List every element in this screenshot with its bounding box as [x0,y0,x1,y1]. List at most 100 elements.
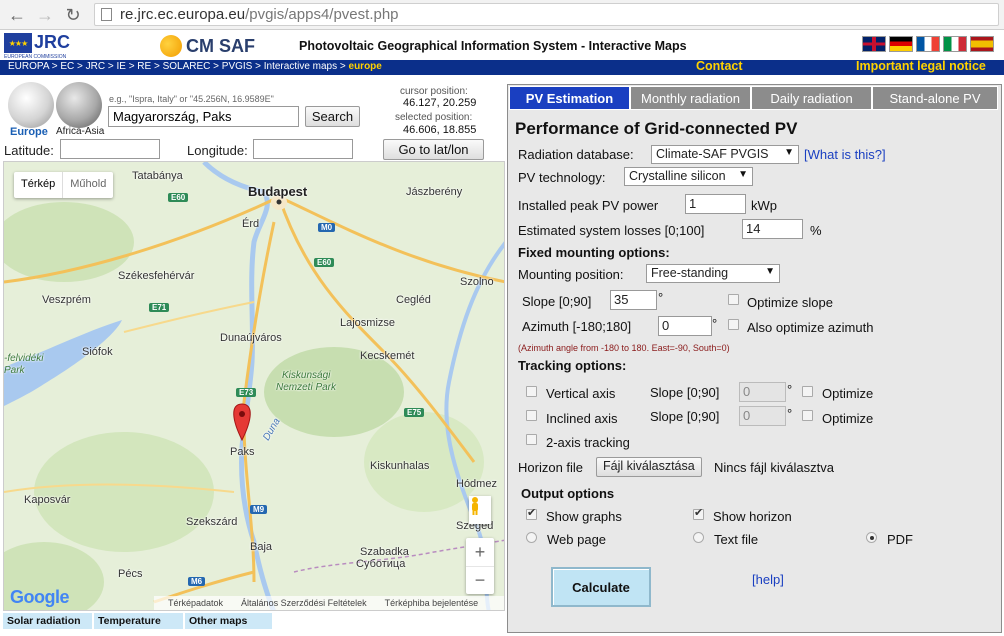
map-data-link[interactable]: Térképadatok [168,598,223,608]
reload-icon[interactable]: ↻ [62,4,84,26]
show-horizon-checkbox[interactable] [693,506,704,520]
dropdown-arrow-icon: ▼ [738,169,748,180]
panel-title: Performance of Grid-connected PV [515,119,798,138]
tab-pv-estimation[interactable]: PV Estimation [509,86,630,110]
vertical-slope-degree: ° [787,382,793,397]
forward-arrow-icon[interactable]: → [34,4,56,26]
system-losses-label: Estimated system losses [0;100] [518,223,705,238]
text-file-radio[interactable] [693,532,704,543]
pv-technology-value: Crystalline silicon [629,169,726,183]
latitude-input[interactable] [60,139,160,159]
latitude-label: Latitude: [4,143,54,158]
web-page-radio[interactable] [526,532,537,543]
map-label-kiskunsagi: Kiskunsági [282,370,331,381]
page-title: Photovoltaic Geographical Information Sy… [299,39,687,53]
pv-technology-select[interactable]: Crystalline silicon ▼ [624,167,753,186]
map-label-szolno: Szolno [460,276,494,288]
street-view-pegman-icon[interactable] [469,496,491,524]
flag-es-icon[interactable] [970,36,994,52]
inclined-optimize-checkbox[interactable] [802,410,813,421]
tracking-options-heading: Tracking options: [518,358,627,373]
vertical-optimize-checkbox[interactable] [802,386,813,397]
map-type-map-button[interactable]: Térkép [14,172,62,198]
search-button[interactable]: Search [305,106,360,127]
output-options-heading: Output options [521,486,615,501]
breadcrumb[interactable]: EUROPA > EC > JRC > IE > RE > SOLAREC > … [8,61,382,72]
mounting-position-select[interactable]: Free-standing ▼ [646,264,780,283]
tab-stand-alone-pv[interactable]: Stand-alone PV [872,86,998,110]
tab-other-maps[interactable]: Other maps [185,613,272,629]
map-label-szekszard: Szekszárd [186,516,238,528]
two-axis-tracking-checkbox[interactable] [526,434,537,445]
breadcrumb-current[interactable]: europe [349,61,382,72]
map-label-lajosmizse: Lajosmizse [340,317,396,329]
contact-link[interactable]: Contact [696,59,743,73]
inclined-slope-label: Slope [0;90] [650,409,720,424]
flag-fr-icon[interactable] [916,36,940,52]
inclined-slope-input[interactable]: 0 [739,406,786,426]
what-is-this-link[interactable]: [What is this?] [804,147,886,162]
globe-europe-label[interactable]: Europe [10,126,48,138]
choose-file-button[interactable]: Fájl kiválasztása [596,457,702,477]
show-horizon-label: Show horizon [713,509,792,524]
system-losses-input[interactable]: 14 [742,219,803,239]
azimuth-input[interactable]: 0 [658,316,712,336]
tab-monthly-radiation[interactable]: Monthly radiation [630,86,751,110]
browser-toolbar: ← → ↻ re.jrc.ec.europa.eu/pvgis/apps4/pv… [0,0,1004,30]
selected-position-label: selected position: [395,112,473,123]
fixed-mounting-heading: Fixed mounting options: [518,245,670,260]
language-flags [862,36,994,52]
go-to-latlon-button[interactable]: Go to lat/lon [383,139,484,160]
flag-de-icon[interactable] [889,36,913,52]
road-shield-m0: M0 [318,223,336,232]
radiation-db-select[interactable]: Climate-SAF PVGIS ▼ [651,145,799,164]
longitude-input[interactable] [253,139,353,159]
tab-temperature[interactable]: Temperature [94,613,183,629]
back-arrow-icon[interactable]: ← [6,4,28,26]
flag-it-icon[interactable] [943,36,967,52]
show-graphs-checkbox[interactable] [526,506,537,520]
slope-input[interactable]: 35 [610,290,657,310]
zoom-out-icon[interactable]: − [466,566,494,594]
cmsaf-logo[interactable]: CM SAF [160,34,255,58]
google-logo[interactable]: Google [10,587,70,608]
map-label-dunaujvaros: Dunaújváros [220,332,282,344]
vertical-slope-input[interactable]: 0 [739,382,786,402]
azimuth-note: (Azimuth angle from -180 to 180. East=-9… [518,343,730,353]
calculate-button[interactable]: Calculate [551,567,651,607]
pdf-radio[interactable] [866,532,877,543]
mounting-position-value: Free-standing [651,266,729,280]
breadcrumb-path[interactable]: EUROPA > EC > JRC > IE > RE > SOLAREC > … [8,61,346,72]
globe-europe-icon[interactable] [8,82,54,128]
mounting-position-label: Mounting position: [518,267,624,282]
globe-africa-asia-label[interactable]: Africa-Asia [56,126,104,137]
tab-daily-radiation[interactable]: Daily radiation [751,86,872,110]
location-search-input[interactable] [108,106,299,127]
tab-solar-radiation[interactable]: Solar radiation [3,613,92,629]
also-optimize-azimuth-checkbox[interactable] [728,319,739,330]
legal-notice-link[interactable]: Important legal notice [856,59,986,73]
flag-uk-icon[interactable] [862,36,886,52]
vertical-axis-checkbox[interactable] [526,386,537,397]
peak-power-input[interactable]: 1 [685,194,746,214]
globe-africa-asia-icon[interactable] [56,82,102,128]
optimize-slope-label: Optimize slope [747,295,833,310]
road-shield-e60: E60 [168,193,189,202]
map-label-nemzeti-park: Nemzeti Park [276,382,337,393]
inclined-axis-checkbox[interactable] [526,410,537,421]
address-bar[interactable]: re.jrc.ec.europa.eu/pvgis/apps4/pvest.ph… [94,3,999,26]
help-link[interactable]: [help] [752,572,784,587]
optimize-slope-checkbox[interactable] [728,294,739,305]
map-type-satellite-button[interactable]: Műhold [62,172,113,198]
map-label-cegled: Cegléd [396,294,431,306]
map-report-error-link[interactable]: Térképhiba bejelentése [385,598,479,608]
radiation-db-value: Climate-SAF PVGIS [656,147,769,161]
vertical-axis-label: Vertical axis [546,386,616,401]
map-label-subotica: Суботица [356,558,406,570]
horizon-file-label: Horizon file [518,460,584,475]
jrc-logo[interactable]: ★★★ JRC EUROPEAN COMMISSION [4,32,70,61]
map-terms-link[interactable]: Általános Szerződési Feltételek [241,598,367,608]
zoom-in-icon[interactable]: + [466,538,494,566]
map-view[interactable]: Térkép Műhold Tatabánya Budapest Jászber… [3,161,505,611]
no-file-chosen: Nincs fájl kiválasztva [714,460,834,475]
